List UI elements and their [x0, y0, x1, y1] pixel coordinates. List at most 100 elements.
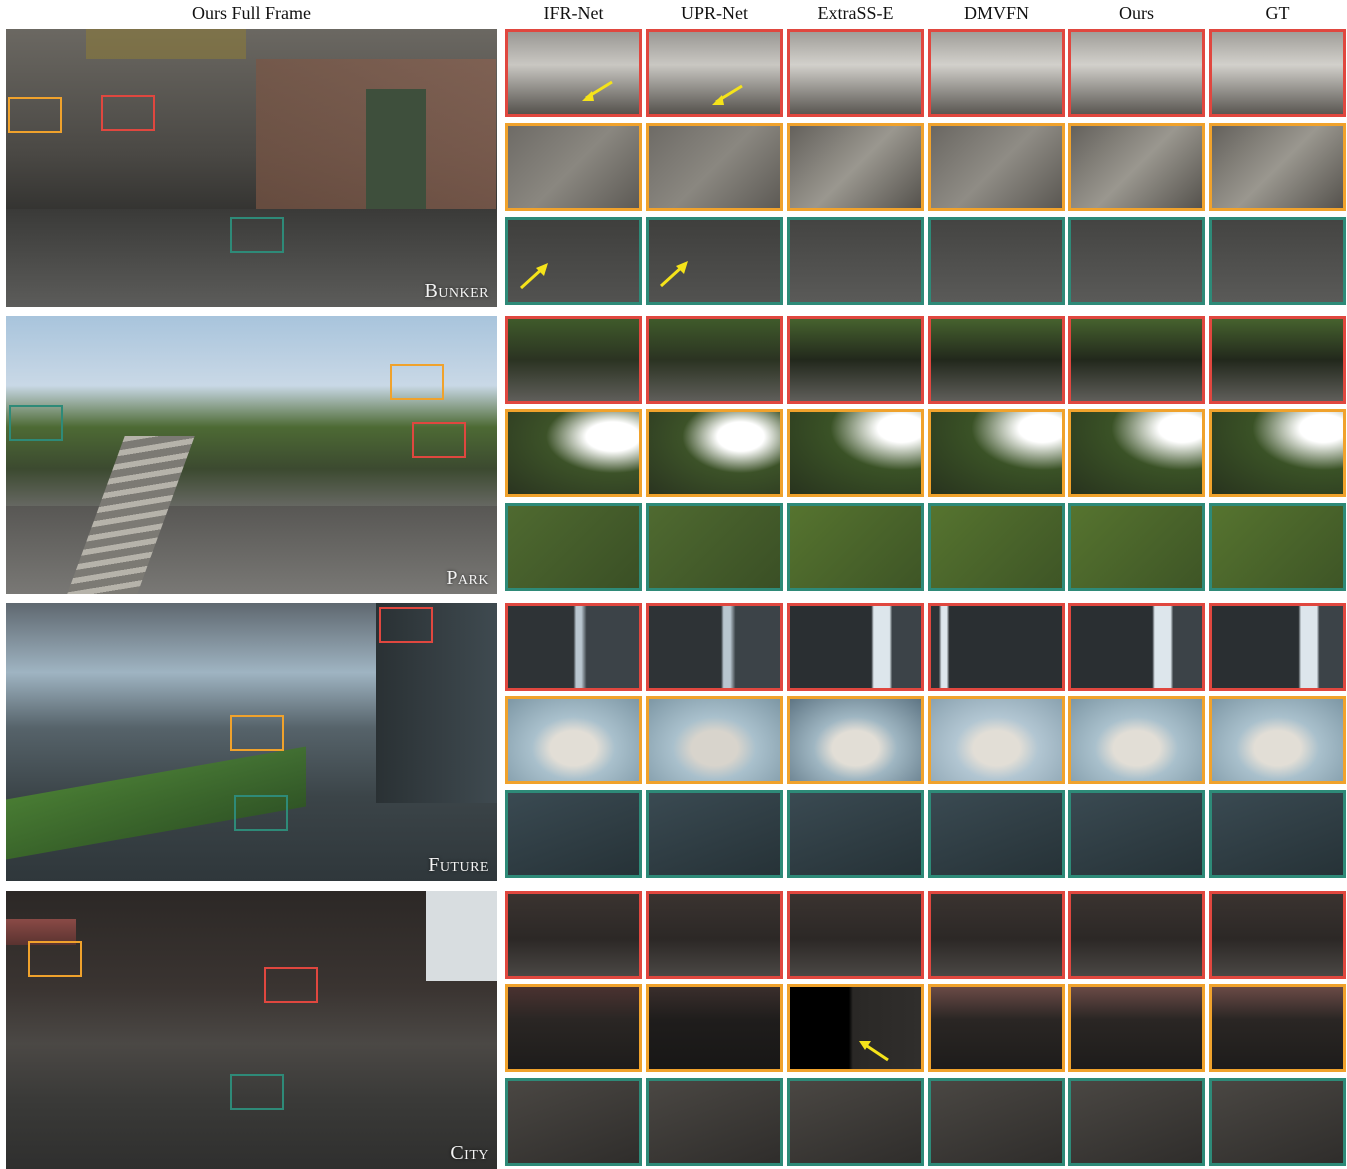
header-ours: Ours — [1119, 3, 1154, 23]
bunker-teal-dmvfn — [928, 217, 1065, 305]
city-red-ifrnet — [505, 891, 642, 979]
park-teal-gt — [1209, 503, 1346, 591]
future-teal-uprnet — [646, 790, 783, 878]
park-orange-box — [390, 364, 444, 400]
park-teal-ifrnet — [505, 503, 642, 591]
future-orange-uprnet — [646, 696, 783, 784]
scene-label-future: Future — [428, 854, 489, 876]
bunker-red-ifrnet — [505, 29, 642, 117]
arrow-icon — [659, 261, 688, 288]
city-teal-box — [230, 1074, 284, 1110]
future-orange-ours — [1068, 696, 1205, 784]
bunker-orange-uprnet — [646, 123, 783, 211]
city-red-extrass — [787, 891, 924, 979]
park-orange-ours — [1068, 409, 1205, 497]
future-red-dmvfn — [928, 603, 1065, 691]
city-teal-ours — [1068, 1078, 1205, 1166]
city-red-uprnet — [646, 891, 783, 979]
park-red-ours — [1068, 316, 1205, 404]
future-red-extrass — [787, 603, 924, 691]
park-red-box — [412, 422, 466, 458]
city-orange-dmvfn — [928, 984, 1065, 1072]
city-teal-dmvfn — [928, 1078, 1065, 1166]
park-red-ifrnet — [505, 316, 642, 404]
bunker-teal-extrass — [787, 217, 924, 305]
bunker-red-gt — [1209, 29, 1346, 117]
city-red-gt — [1209, 891, 1346, 979]
future-teal-gt — [1209, 790, 1346, 878]
bunker-red-extrass — [787, 29, 924, 117]
bunker-red-dmvfn — [928, 29, 1065, 117]
future-red-box — [379, 607, 433, 643]
scene-label-city: City — [450, 1142, 489, 1164]
future-orange-gt — [1209, 696, 1346, 784]
arrow-icon — [859, 1041, 889, 1062]
park-orange-dmvfn — [928, 409, 1065, 497]
arrow-icon — [519, 263, 548, 290]
bunker-orange-ours — [1068, 123, 1205, 211]
scene-label-bunker: Bunker — [424, 280, 489, 302]
park-orange-extrass — [787, 409, 924, 497]
header-extrass: ExtraSS-E — [817, 3, 894, 23]
park-red-uprnet — [646, 316, 783, 404]
city-full-frame: City — [6, 891, 497, 1169]
bunker-red-box — [101, 95, 155, 131]
park-teal-dmvfn — [928, 503, 1065, 591]
future-red-gt — [1209, 603, 1346, 691]
bunker-orange-gt — [1209, 123, 1346, 211]
city-red-dmvfn — [928, 891, 1065, 979]
bunker-orange-dmvfn — [928, 123, 1065, 211]
bunker-teal-gt — [1209, 217, 1346, 305]
city-teal-uprnet — [646, 1078, 783, 1166]
park-teal-ours — [1068, 503, 1205, 591]
park-full-frame: Park — [6, 316, 497, 594]
future-teal-extrass — [787, 790, 924, 878]
future-full-frame: Future — [6, 603, 497, 881]
arrow-icon — [712, 84, 743, 105]
city-orange-ours — [1068, 984, 1205, 1072]
bunker-orange-ifrnet — [505, 123, 642, 211]
header-gt: GT — [1265, 3, 1290, 23]
city-red-ours — [1068, 891, 1205, 979]
bunker-teal-ours — [1068, 217, 1205, 305]
future-orange-dmvfn — [928, 696, 1065, 784]
park-teal-extrass — [787, 503, 924, 591]
city-orange-box — [28, 941, 82, 977]
future-teal-ours — [1068, 790, 1205, 878]
bunker-red-ours — [1068, 29, 1205, 117]
city-orange-gt — [1209, 984, 1346, 1072]
park-red-gt — [1209, 316, 1346, 404]
park-orange-gt — [1209, 409, 1346, 497]
park-teal-uprnet — [646, 503, 783, 591]
park-teal-box — [9, 405, 63, 441]
header-uprnet: UPR-Net — [681, 3, 748, 23]
header-dmvfn: DMVFN — [963, 3, 1029, 23]
bunker-teal-box — [230, 217, 284, 253]
future-red-ifrnet — [505, 603, 642, 691]
arrow-icon — [582, 80, 613, 101]
bunker-full-frame: Bunker — [6, 29, 497, 307]
scene-label-park: Park — [446, 567, 489, 589]
header-ifrnet: IFR-Net — [543, 3, 604, 23]
bunker-orange-extrass — [787, 123, 924, 211]
future-red-ours — [1068, 603, 1205, 691]
park-orange-ifrnet — [505, 409, 642, 497]
city-orange-ifrnet — [505, 984, 642, 1072]
park-orange-uprnet — [646, 409, 783, 497]
future-red-uprnet — [646, 603, 783, 691]
bunker-orange-box — [8, 97, 62, 133]
future-teal-box — [234, 795, 288, 831]
park-red-extrass — [787, 316, 924, 404]
future-orange-extrass — [787, 696, 924, 784]
city-teal-extrass — [787, 1078, 924, 1166]
future-teal-dmvfn — [928, 790, 1065, 878]
header-full-frame: Ours Full Frame — [192, 3, 311, 23]
city-teal-ifrnet — [505, 1078, 642, 1166]
city-teal-gt — [1209, 1078, 1346, 1166]
future-orange-box — [230, 715, 284, 751]
city-red-box — [264, 967, 318, 1003]
future-orange-ifrnet — [505, 696, 642, 784]
city-orange-uprnet — [646, 984, 783, 1072]
future-teal-ifrnet — [505, 790, 642, 878]
park-red-dmvfn — [928, 316, 1065, 404]
